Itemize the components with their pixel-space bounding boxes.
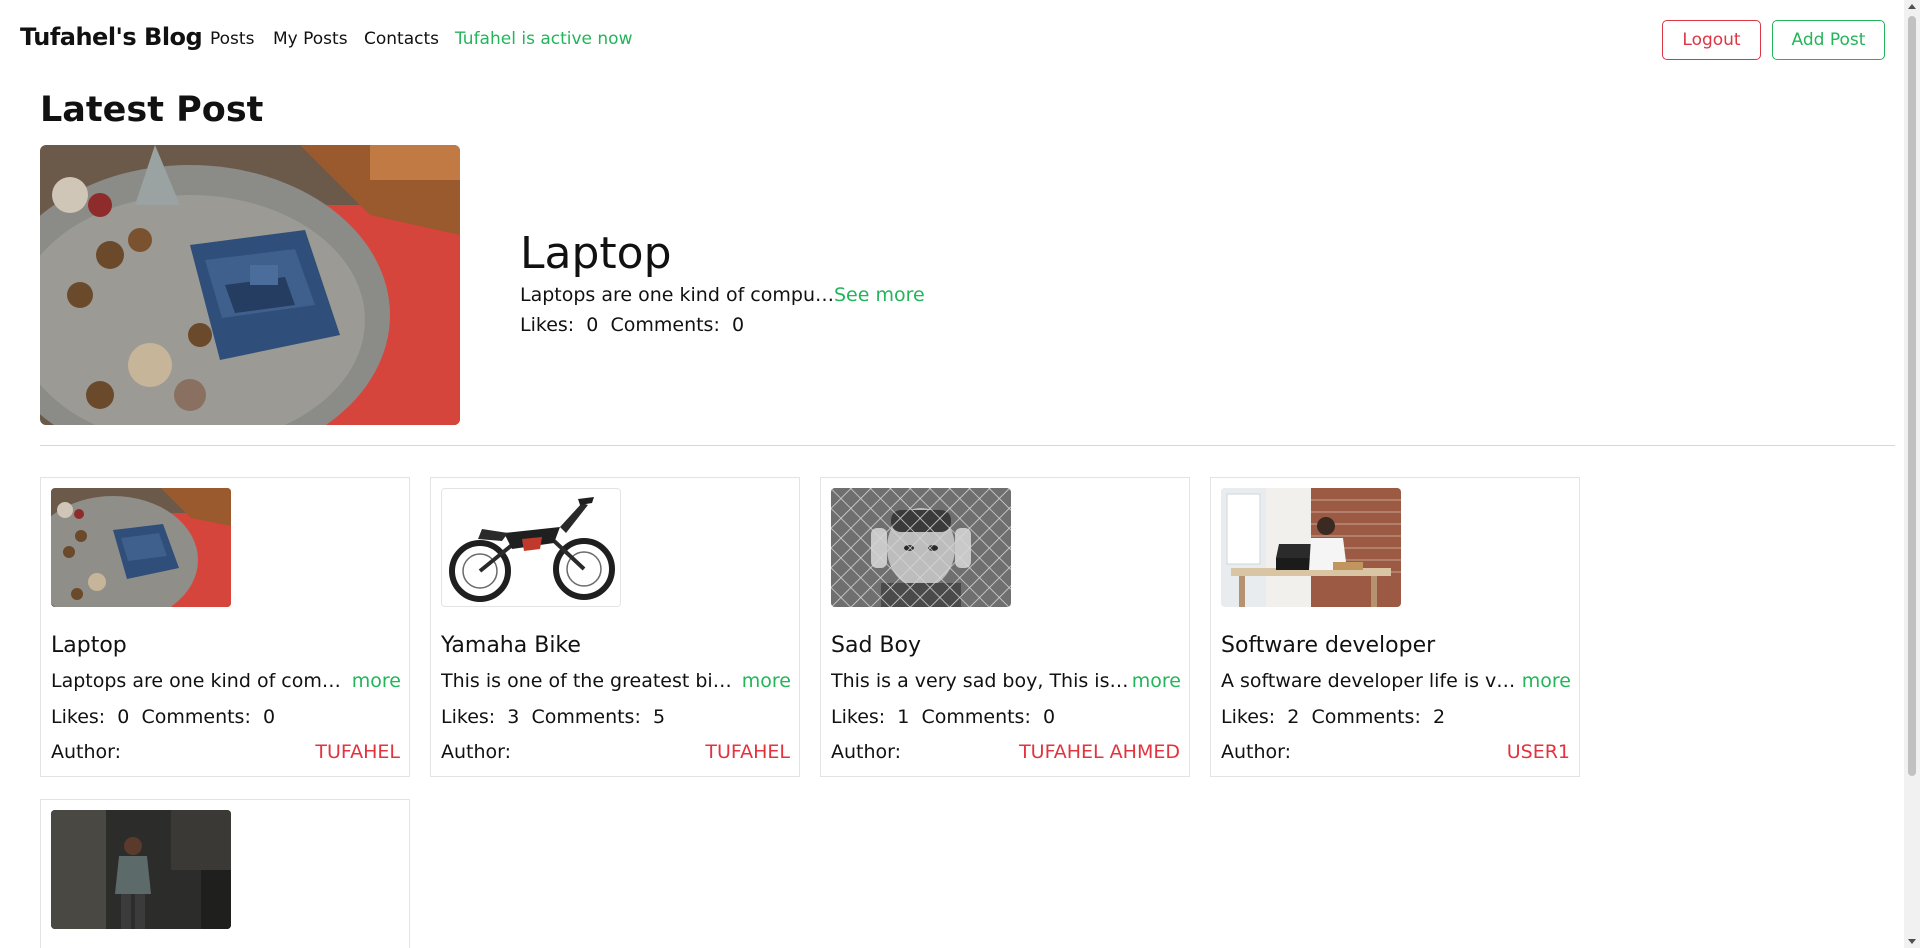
post-stats: Likes: 2 Comments: 2 xyxy=(1221,706,1445,728)
post-excerpt-text: A software developer life is ve… xyxy=(1221,670,1520,692)
more-link[interactable]: more xyxy=(1522,670,1571,692)
latest-post-stats: Likes: 0 Comments: 0 xyxy=(520,314,744,336)
post-stats: Likes: 3 Comments: 5 xyxy=(441,706,665,728)
post-title[interactable]: Sad Boy xyxy=(831,633,921,658)
latest-post-title[interactable]: Laptop xyxy=(520,228,672,279)
scroll-up-arrow-icon[interactable] xyxy=(1908,4,1916,9)
logout-button[interactable]: Logout xyxy=(1662,20,1761,60)
likes-count: 0 xyxy=(117,706,130,728)
latest-post-excerpt: Laptops are one kind of compu…See more xyxy=(520,284,925,306)
scrollbar-thumb[interactable] xyxy=(1908,16,1916,776)
nav-link-my-posts[interactable]: My Posts xyxy=(273,29,348,49)
comments-label: Comments: xyxy=(1311,706,1421,728)
latest-post-image[interactable] xyxy=(40,145,460,425)
latest-post-heading: Latest Post xyxy=(40,90,264,130)
author-name[interactable]: TUFAHEL AHMED xyxy=(1019,741,1180,763)
post-title[interactable]: Laptop xyxy=(51,633,127,658)
post-card-laptop[interactable]: Laptop Laptops are one kind of compu… mo… xyxy=(40,477,410,777)
likes-label: Likes: xyxy=(51,706,106,728)
author-label: Author: xyxy=(831,741,902,763)
post-excerpt-text: This is a very sad boy, This is a … xyxy=(831,670,1130,692)
latest-excerpt-text: Laptops are one kind of compu… xyxy=(520,284,834,306)
likes-count: 2 xyxy=(1287,706,1300,728)
comments-count: 5 xyxy=(652,706,666,728)
post-thumbnail[interactable] xyxy=(441,488,621,607)
post-thumbnail[interactable] xyxy=(1221,488,1401,607)
post-card-partial[interactable] xyxy=(40,799,410,948)
scroll-down-arrow-icon[interactable] xyxy=(1908,939,1916,944)
author-label: Author: xyxy=(1221,741,1292,763)
post-thumbnail[interactable] xyxy=(51,810,231,929)
post-excerpt: This is one of the greatest bike… more xyxy=(441,670,791,692)
post-title[interactable]: Software developer xyxy=(1221,633,1435,658)
author-name[interactable]: TUFAHEL xyxy=(315,741,400,763)
likes-count: 1 xyxy=(897,706,910,728)
post-stats: Likes: 1 Comments: 0 xyxy=(831,706,1055,728)
active-status: Tufahel is active now xyxy=(455,29,633,49)
likes-label: Likes: xyxy=(831,706,886,728)
author-label: Author: xyxy=(441,741,512,763)
comments-count: 2 xyxy=(1432,706,1446,728)
navbar: Tufahel's Blog Posts My Posts Contacts T… xyxy=(0,0,1920,80)
post-excerpt: Laptops are one kind of compu… more xyxy=(51,670,401,692)
likes-label: Likes: xyxy=(441,706,496,728)
more-link[interactable]: more xyxy=(352,670,401,692)
nav-link-posts[interactable]: Posts xyxy=(210,29,254,49)
section-divider xyxy=(40,445,1895,446)
page-scrollbar[interactable] xyxy=(1904,0,1920,948)
author-name[interactable]: USER1 xyxy=(1507,741,1570,763)
post-excerpt-text: Laptops are one kind of compu… xyxy=(51,670,350,692)
author-name[interactable]: TUFAHEL xyxy=(705,741,790,763)
see-more-link[interactable]: See more xyxy=(834,284,925,306)
post-card-yamaha-bike[interactable]: Yamaha Bike This is one of the greatest … xyxy=(430,477,800,777)
likes-count: 0 xyxy=(586,314,599,336)
likes-label: Likes: xyxy=(520,314,575,336)
post-excerpt: A software developer life is ve… more xyxy=(1221,670,1571,692)
comments-label: Comments: xyxy=(921,706,1031,728)
comments-count: 0 xyxy=(1042,706,1056,728)
comments-count: 0 xyxy=(262,706,276,728)
likes-count: 3 xyxy=(507,706,520,728)
author-label: Author: xyxy=(51,741,122,763)
post-excerpt: This is a very sad boy, This is a … more xyxy=(831,670,1181,692)
comments-count: 0 xyxy=(731,314,745,336)
comments-label: Comments: xyxy=(531,706,641,728)
comments-label: Comments: xyxy=(610,314,720,336)
post-card-software-developer[interactable]: Software developer A software developer … xyxy=(1210,477,1580,777)
post-stats: Likes: 0 Comments: 0 xyxy=(51,706,275,728)
more-link[interactable]: more xyxy=(1132,670,1181,692)
more-link[interactable]: more xyxy=(742,670,791,692)
post-excerpt-text: This is one of the greatest bike… xyxy=(441,670,740,692)
likes-label: Likes: xyxy=(1221,706,1276,728)
comments-label: Comments: xyxy=(141,706,251,728)
post-title[interactable]: Yamaha Bike xyxy=(441,633,581,658)
add-post-button[interactable]: Add Post xyxy=(1772,20,1885,60)
post-card-sad-boy[interactable]: Sad Boy This is a very sad boy, This is … xyxy=(820,477,1190,777)
post-thumbnail[interactable] xyxy=(51,488,231,607)
post-thumbnail[interactable] xyxy=(831,488,1011,607)
brand-logo[interactable]: Tufahel's Blog xyxy=(20,23,203,51)
nav-link-contacts[interactable]: Contacts xyxy=(364,29,439,49)
